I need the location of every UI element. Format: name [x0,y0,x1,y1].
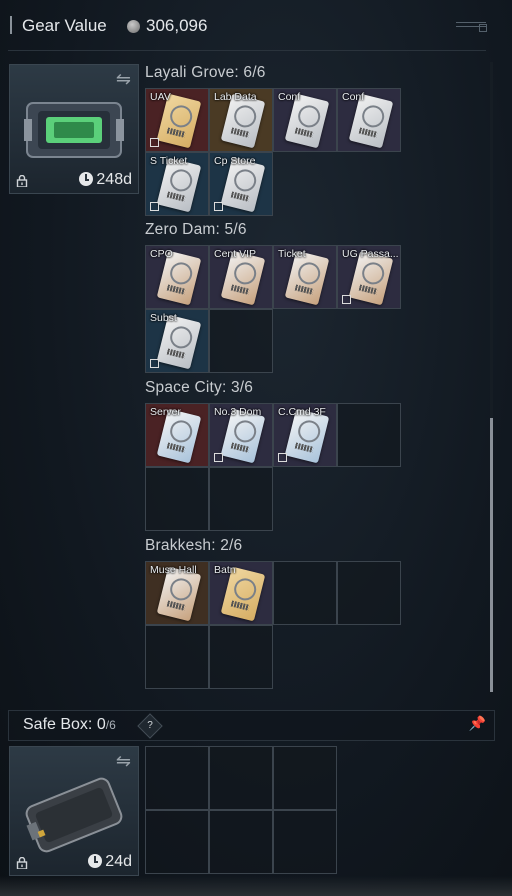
item-label: Conf [342,91,365,103]
lock-icon[interactable] [16,175,28,187]
item-label: CPO [150,248,173,260]
empty-slot[interactable] [145,625,209,689]
item-slot[interactable]: Batn [209,561,273,625]
pin-icon[interactable]: 📌 [469,715,486,732]
timer-value: 248d [96,171,132,188]
empty-slot[interactable] [209,810,273,874]
item-slot[interactable]: UAV [145,88,209,152]
gear-value-amount: 306,096 [146,16,208,35]
item-slot[interactable]: Subst [145,309,209,373]
safe-box-grid [145,746,337,874]
item-slot[interactable]: Lab Data [209,88,273,152]
section-title-zero-dam: Zero Dam: 5/6 [145,221,247,238]
empty-slot[interactable] [209,309,273,373]
safe-box-container[interactable]: ⇋ 24d [9,746,139,876]
item-label: Subst [150,312,177,324]
marked-icon [150,138,159,147]
item-label: UG Passa... [342,248,399,260]
empty-slot[interactable] [145,467,209,531]
grid-brakkesh: Muse Hall Batn [145,561,401,689]
safe-box-header: Safe Box: 0/6 ? 📌 [8,710,495,741]
item-slot[interactable]: S Ticket [145,152,209,216]
item-slot[interactable]: Cent VIP [209,245,273,309]
safe-box-case-icon [25,777,123,853]
item-slot[interactable]: Cp Store [209,152,273,216]
item-label: S Ticket [150,155,188,167]
container-timer: 248d [79,171,132,189]
marked-icon [214,202,223,211]
item-label: Ticket [278,248,306,260]
key-case-icon [24,102,124,158]
grid-zero-dam: CPO Cent VIP Ticket UG Passa... Subst [145,245,401,373]
gear-value-title: Gear Value [22,16,107,35]
section-title-space-city: Space City: 3/6 [145,379,254,396]
item-slot[interactable]: Conf [273,88,337,152]
marked-icon [150,359,159,368]
item-label: No.3 Dom [214,406,262,418]
container-timer: 24d [88,853,132,871]
item-label: C.Cmd 3F [278,406,326,418]
lock-icon[interactable] [16,857,28,869]
item-label: Lab Data [214,91,257,103]
item-slot[interactable]: C.Cmd 3F [273,403,337,467]
bottom-fade [0,876,512,896]
grid-layali-grove: UAV Lab Data Conf Conf S Ticket Cp Store [145,88,401,216]
item-slot[interactable]: UG Passa... [337,245,401,309]
section-title-layali-grove: Layali Grove: 6/6 [145,64,266,81]
item-label: Cent VIP [214,248,257,260]
empty-slot[interactable] [145,810,209,874]
marked-icon [342,295,351,304]
help-glyph: ? [147,720,153,731]
swap-icon[interactable]: ⇋ [116,69,131,90]
safe-box-title: Safe Box: 0/6 [23,716,116,734]
item-slot[interactable]: CPO [145,245,209,309]
marked-icon [150,202,159,211]
item-slot[interactable]: Conf [337,88,401,152]
empty-slot[interactable] [209,625,273,689]
empty-slot[interactable] [145,746,209,810]
clock-icon [88,854,103,868]
scrollbar[interactable] [490,62,493,692]
empty-slot[interactable] [273,561,337,625]
help-icon[interactable]: ? [137,713,163,739]
item-label: Conf [278,91,301,103]
key-case-container[interactable]: ⇋ 248d [9,64,139,194]
empty-slot[interactable] [209,467,273,531]
item-slot[interactable]: Muse Hall [145,561,209,625]
item-slot[interactable]: Ticket [273,245,337,309]
empty-slot[interactable] [209,746,273,810]
item-label: Cp Store [214,155,256,167]
swap-icon[interactable]: ⇋ [116,751,131,772]
item-label: Batn [214,564,236,576]
grid-space-city: Server No.3 Dom C.Cmd 3F [145,403,401,531]
empty-slot[interactable] [273,810,337,874]
empty-slot[interactable] [337,403,401,467]
header-square-icon [479,24,487,32]
marked-icon [278,453,287,462]
safe-box-count: 0 [96,716,106,733]
item-label: Muse Hall [150,564,197,576]
clock-icon [79,172,94,186]
item-label: Server [150,406,181,418]
header-divider [8,50,486,51]
scrollbar-thumb[interactable] [490,418,493,692]
item-slot[interactable]: No.3 Dom [209,403,273,467]
item-label: UAV [150,91,171,103]
timer-value: 24d [105,853,132,870]
safe-box-capacity: /6 [105,718,116,732]
item-slot[interactable]: Server [145,403,209,467]
empty-slot[interactable] [273,746,337,810]
section-title-brakkesh: Brakkesh: 2/6 [145,537,243,554]
marked-icon [214,453,223,462]
empty-slot[interactable] [337,561,401,625]
safe-box-label: Safe Box: [23,716,97,733]
coin-icon [127,20,140,33]
header-accent-bar [10,16,12,34]
gear-value-header: Gear Value 306,096 [0,0,512,52]
